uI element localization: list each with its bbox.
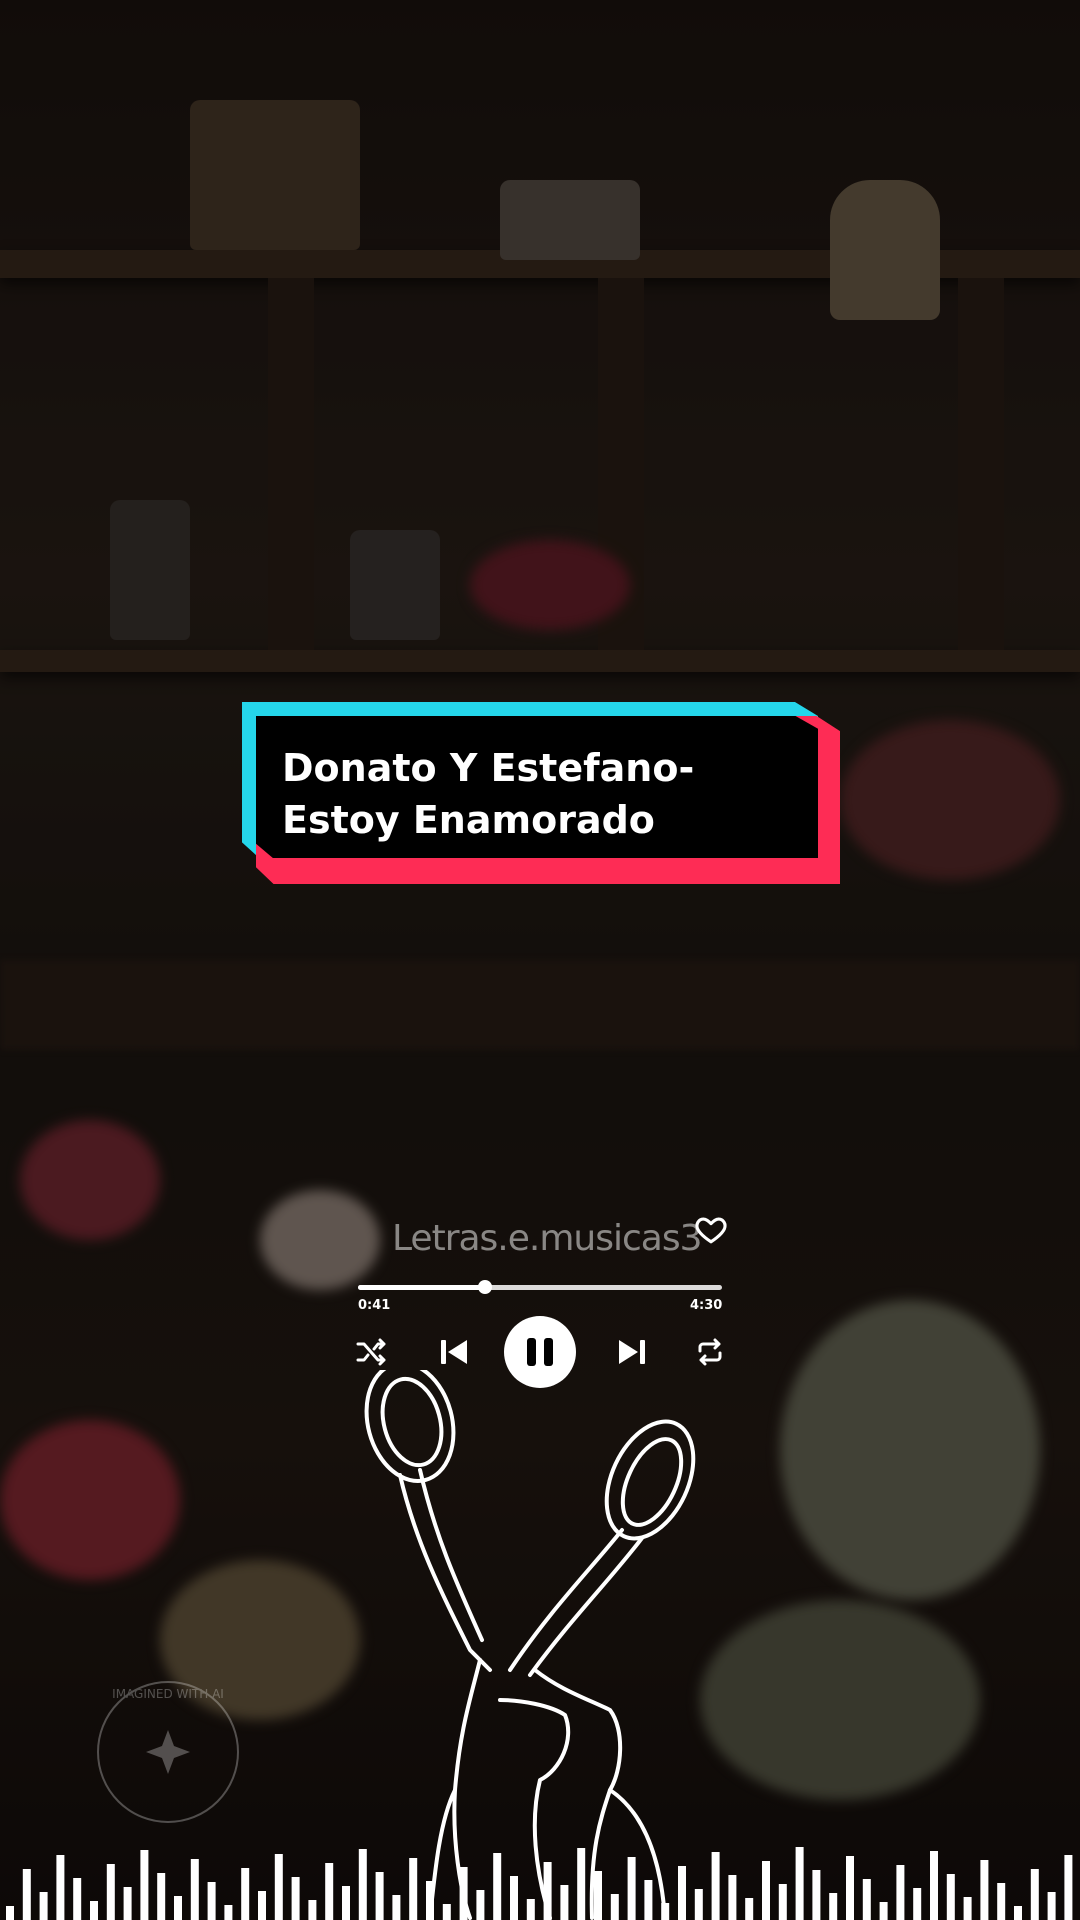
- visualizer-bar: [358, 1849, 367, 1920]
- visualizer-bar: [543, 1862, 552, 1920]
- visualizer-bar: [812, 1870, 821, 1920]
- visualizer-bar: [392, 1895, 401, 1920]
- visualizer-bar: [778, 1884, 787, 1920]
- visualizer-bar: [661, 1903, 670, 1920]
- visualizer-bar: [224, 1905, 233, 1920]
- visualizer-bar: [913, 1888, 922, 1920]
- visualizer-bar: [862, 1879, 871, 1920]
- visualizer-bar: [946, 1874, 955, 1920]
- visualizer-bar: [879, 1902, 888, 1920]
- visualizer-bar: [762, 1861, 770, 1920]
- visualizer-bar: [1014, 1906, 1022, 1920]
- skip-next-icon[interactable]: [614, 1336, 650, 1368]
- visualizer-bar: [1047, 1892, 1056, 1920]
- visualizer-bar: [1030, 1869, 1039, 1920]
- visualizer-bar: [241, 1868, 250, 1920]
- visualizer-bar: [207, 1882, 216, 1920]
- visualizer-bar: [73, 1878, 82, 1920]
- visualizer-bar: [140, 1850, 149, 1920]
- visualizer-bar: [560, 1885, 569, 1920]
- visualizer-bar: [829, 1893, 838, 1920]
- visualizer-bar: [577, 1848, 586, 1920]
- visualizer-bar: [711, 1852, 720, 1920]
- visualizer-bar: [694, 1889, 703, 1920]
- visualizer-bar: [442, 1904, 451, 1920]
- visualizer-bar: [157, 1873, 166, 1920]
- visualizer-bar: [728, 1875, 737, 1920]
- visualizer-bar: [325, 1863, 334, 1920]
- visualizer-bar: [22, 1869, 31, 1920]
- visualizer-bar: [174, 1896, 182, 1920]
- visualizer-bar: [375, 1872, 384, 1920]
- skip-previous-icon[interactable]: [436, 1336, 472, 1368]
- visualizer-bar: [493, 1853, 502, 1920]
- visualizer-bar: [476, 1890, 485, 1920]
- visualizer-bar: [342, 1886, 350, 1920]
- visualizer-bar: [426, 1881, 434, 1920]
- heart-outline-icon[interactable]: [694, 1212, 728, 1246]
- visualizer-bar: [644, 1880, 653, 1920]
- visualizer-bar: [190, 1859, 199, 1920]
- visualizer-bar: [106, 1864, 115, 1920]
- visualizer-bar: [56, 1855, 65, 1920]
- account-handle: Letras.e.musicas3: [392, 1218, 702, 1259]
- visualizer-bar: [526, 1899, 535, 1920]
- title-card: Donato Y Estefano- Estoy Enamorado: [242, 702, 840, 884]
- song-title: Donato Y Estefano- Estoy Enamorado: [282, 746, 695, 842]
- ai-watermark-seal: IMAGINED WITH AI: [97, 1681, 239, 1823]
- visualizer-bar: [795, 1847, 804, 1920]
- visualizer-bar: [980, 1860, 989, 1920]
- visualizer-bar: [39, 1892, 48, 1920]
- audio-visualizer: [6, 1847, 1073, 1920]
- visualizer-bar: [274, 1854, 283, 1920]
- visualizer-bar: [123, 1887, 132, 1920]
- repeat-icon[interactable]: [692, 1336, 728, 1368]
- visualizer-bar: [594, 1871, 602, 1920]
- svg-text:IMAGINED WITH AI: IMAGINED WITH AI: [112, 1687, 224, 1701]
- visualizer-bar: [258, 1891, 266, 1920]
- visualizer-bar: [1064, 1855, 1073, 1920]
- visualizer-bar: [459, 1867, 468, 1920]
- progress-bar[interactable]: [358, 1280, 722, 1294]
- visualizer-bar: [90, 1901, 98, 1920]
- visualizer-bar: [846, 1856, 854, 1920]
- visualizer-bar: [997, 1883, 1006, 1920]
- visualizer-bar: [930, 1851, 938, 1920]
- visualizer-bar: [627, 1857, 636, 1920]
- visualizer-bar: [610, 1894, 619, 1920]
- progress-fill: [358, 1285, 486, 1290]
- visualizer-bar: [963, 1897, 972, 1920]
- visualizer-bar: [409, 1858, 418, 1920]
- visualizer-bar: [308, 1900, 317, 1920]
- visualizer-bar: [896, 1865, 905, 1920]
- visualizer-bar: [678, 1866, 686, 1920]
- elapsed-time: 0:41: [358, 1298, 391, 1313]
- pause-icon: [523, 1338, 557, 1366]
- visualizer-bar: [6, 1906, 14, 1920]
- total-duration: 4:30: [690, 1298, 723, 1313]
- visualizer-bar: [745, 1898, 754, 1920]
- visualizer-bar: [510, 1876, 518, 1920]
- shuffle-icon[interactable]: [352, 1336, 392, 1368]
- visualizer-bar: [291, 1877, 300, 1920]
